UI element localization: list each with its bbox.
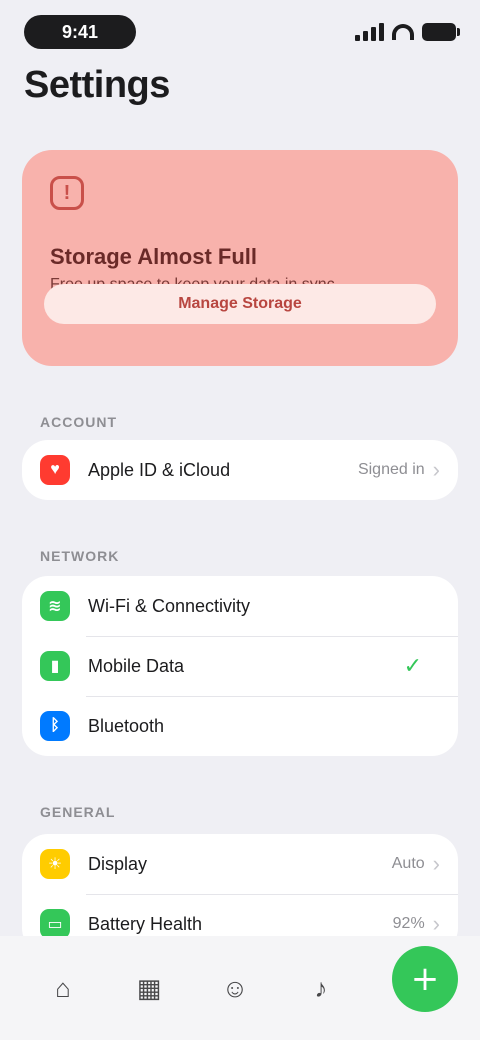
row-label: Wi‑Fi & Connectivity [88, 595, 251, 616]
status-time: 9:41 [24, 15, 136, 49]
add-button[interactable]: + [392, 946, 458, 1012]
cellular-icon: ▮ [40, 651, 70, 681]
row-label: Apple ID & iCloud [88, 459, 231, 480]
settings-group-account: ♥ Apple ID & iCloud Signed in › [22, 440, 458, 500]
battery-icon: ▭ [40, 909, 70, 939]
chevron-right-icon: › [432, 911, 440, 936]
section-label-account: ACCOUNT [40, 414, 117, 430]
grid-icon: ▦ [136, 972, 162, 1003]
alert-title: Storage Almost Full [50, 244, 257, 269]
row-value: 92% [392, 915, 425, 932]
settings-row-mobile-data[interactable]: ▮ Mobile Data ✓ [22, 636, 458, 696]
storage-alert-card: ! Storage Almost Full Free up space to k… [22, 150, 458, 366]
settings-row-bluetooth[interactable]: ᛒ Bluetooth [22, 696, 458, 756]
section-label-general: GENERAL [40, 804, 116, 820]
section-label-network: NETWORK [40, 548, 120, 564]
tab-profile[interactable]: ☺ [206, 959, 264, 1017]
settings-row-wifi[interactable]: ≋ Wi‑Fi & Connectivity [22, 576, 458, 636]
heart-icon: ♥ [40, 455, 70, 485]
chevron-right-icon: › [432, 851, 440, 876]
status-bar: 9:41 [0, 0, 480, 64]
settings-row-display[interactable]: ☀ Display Auto › [22, 834, 458, 894]
chevron-right-icon: › [432, 457, 440, 482]
row-label: Mobile Data [88, 655, 185, 676]
bluetooth-icon: ᛒ [40, 711, 70, 741]
row-value: Signed in [357, 461, 425, 478]
manage-storage-button[interactable]: Manage Storage [44, 284, 436, 324]
tab-apps[interactable]: ▦ [120, 959, 178, 1017]
home-icon: ⌂ [55, 972, 71, 1003]
warning-icon: ! [50, 176, 84, 210]
row-label: Bluetooth [88, 715, 165, 736]
settings-group-network: ≋ Wi‑Fi & Connectivity ▮ Mobile Data ✓ ᛒ… [22, 576, 458, 756]
tab-home[interactable]: ⌂ [34, 959, 92, 1017]
tab-alerts[interactable]: ♪ [292, 959, 350, 1017]
status-icons [355, 23, 460, 41]
settings-row-apple-id[interactable]: ♥ Apple ID & iCloud Signed in › [22, 440, 458, 500]
bell-icon: ♪ [314, 972, 328, 1003]
wifi-status-icon [392, 24, 414, 40]
row-value: Auto [391, 855, 425, 872]
person-icon: ☺ [221, 972, 249, 1003]
battery-status-icon [422, 23, 460, 41]
wifi-icon: ≋ [40, 591, 70, 621]
sun-icon: ☀ [40, 849, 70, 879]
page-title: Settings [24, 64, 170, 106]
row-label: Battery Health [88, 913, 203, 934]
tab-bar: ⌂ ▦ ☺ ♪ + [0, 936, 480, 1040]
row-label: Display [88, 853, 148, 874]
checkmark-icon: ✓ [403, 653, 422, 678]
signal-icon [355, 23, 384, 41]
